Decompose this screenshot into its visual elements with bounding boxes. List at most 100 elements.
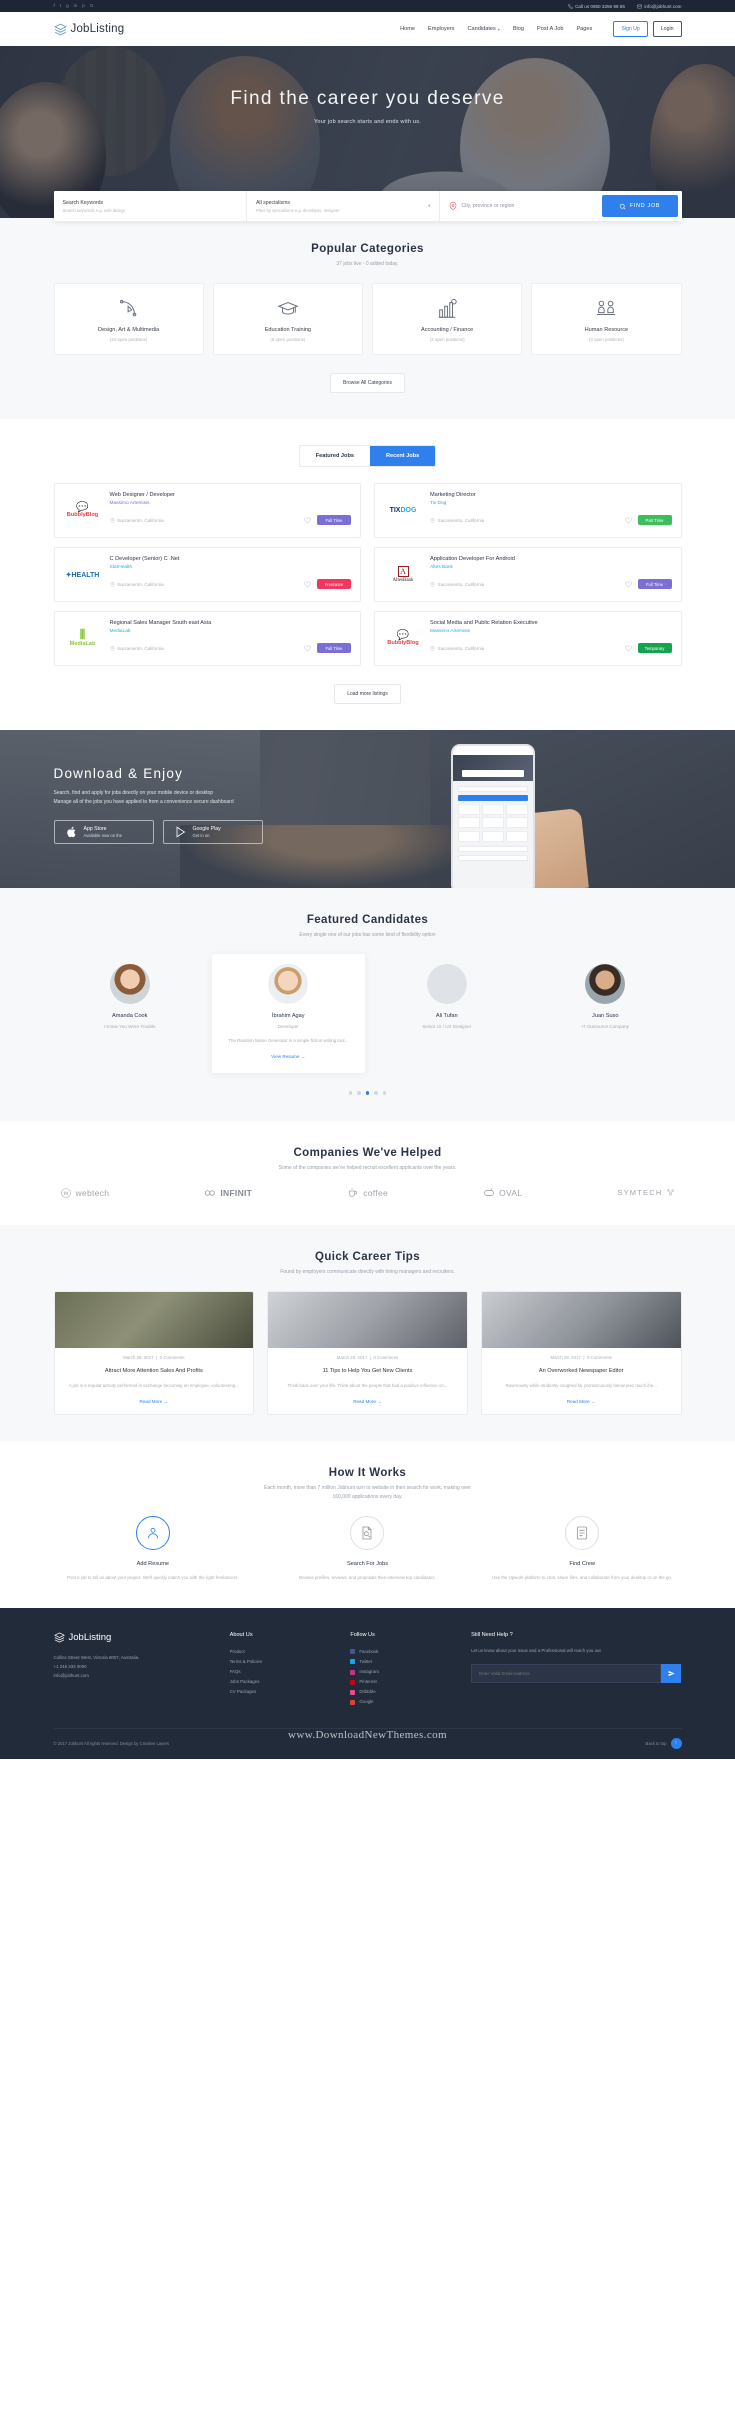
location-field[interactable]: City, province or region: [440, 191, 601, 221]
job-card[interactable]: A AltesBank Application Developer For And…: [374, 547, 682, 602]
favorite-heart-icon[interactable]: [304, 639, 311, 657]
blog-card[interactable]: March 29, 2017 | 0 Comments An Overworke…: [480, 1290, 682, 1415]
footer-social-dribbble[interactable]: Dribbble: [350, 1687, 461, 1697]
google-play-sub: Get in on: [192, 833, 210, 838]
sign-up-button[interactable]: Sign Up: [613, 21, 648, 37]
favorite-heart-icon[interactable]: [304, 575, 311, 593]
blog-card[interactable]: March 29, 2017 | 0 Comments Attract More…: [53, 1290, 255, 1415]
footer-social-facebook[interactable]: Facebook: [350, 1647, 461, 1657]
job-type-tag[interactable]: Full Time: [637, 579, 672, 589]
job-card[interactable]: 💬 BubblyBlog Social Media and Public Rela…: [374, 611, 682, 666]
google-play-button[interactable]: Google Play Get in on: [162, 820, 263, 844]
tab-recent-jobs[interactable]: Recent Jobs: [369, 446, 436, 466]
company-name: SYMTECH: [617, 1188, 663, 1198]
candidate-card-featured[interactable]: İbrahim Agay Developer The Random Name G…: [212, 954, 365, 1073]
nav-item-post-a-job[interactable]: Post A Job: [537, 26, 563, 32]
specialisms-select[interactable]: All specialisms Filter by specialisms e.…: [247, 191, 441, 221]
carousel-dot[interactable]: [348, 1090, 353, 1095]
job-type-tag[interactable]: Freelance: [317, 579, 351, 589]
footer-link-faqs[interactable]: FAQs: [230, 1667, 341, 1677]
favorite-heart-icon[interactable]: [624, 511, 632, 529]
job-card[interactable]: 💬 BubblyBlog Web Designer / Developer Mas…: [53, 483, 361, 538]
read-more-link[interactable]: Read More →: [482, 1390, 681, 1414]
footer-social-pinterest[interactable]: Pinterest: [350, 1677, 461, 1687]
twitter-icon[interactable]: t: [60, 3, 61, 9]
blog-post-title: Attract More Attention Sales And Profits: [104, 1367, 203, 1374]
job-type-tag[interactable]: Part Time: [637, 515, 672, 525]
email-info[interactable]: info@jobhunt.com: [637, 4, 682, 9]
footer-link-cv-packages[interactable]: CV Packages: [230, 1687, 341, 1697]
category-card-education[interactable]: Education Training (6 open positions): [212, 283, 363, 355]
pinterest-icon[interactable]: p: [82, 3, 85, 9]
view-resume-link[interactable]: View Resume →: [218, 1054, 359, 1059]
carousel-dot[interactable]: [374, 1090, 378, 1095]
login-button[interactable]: Login: [652, 21, 682, 37]
company-logo-infinit[interactable]: INFINIT: [204, 1187, 252, 1199]
browse-all-categories-button[interactable]: Browse All Categories: [330, 373, 405, 393]
job-type-tag[interactable]: Full Time: [317, 515, 351, 525]
blog-thumbnail: [54, 1291, 254, 1348]
find-job-button[interactable]: FIND JOB: [601, 195, 678, 217]
search-keywords-field[interactable]: Search Keywords Search keywords e.g. web…: [54, 191, 247, 221]
read-more-link[interactable]: Read More →: [55, 1390, 254, 1414]
footer-link-terms[interactable]: Terms & Policies: [230, 1657, 341, 1667]
footer-link-jobs-packages[interactable]: Jobs Packages: [230, 1677, 341, 1687]
newsletter-submit-button[interactable]: [661, 1664, 682, 1684]
blog-comments: 0 Comments: [159, 1354, 185, 1360]
footer-link-product[interactable]: Product: [230, 1647, 341, 1657]
company-logo-webtech[interactable]: webtech: [60, 1187, 110, 1199]
candidate-card[interactable]: Juan Suso IT Outsource Company: [529, 954, 682, 1041]
social-links[interactable]: f t g in p G: [54, 3, 94, 9]
read-more-link[interactable]: Read More →: [268, 1390, 467, 1414]
blog-title: Quick Career Tips: [314, 1250, 421, 1263]
footer-social-twitter[interactable]: Twitter: [350, 1657, 461, 1667]
google-plus-icon[interactable]: g: [66, 3, 69, 9]
back-to-top-button[interactable]: Back to top ↑: [646, 1737, 682, 1749]
carousel-dot-active[interactable]: [365, 1090, 370, 1095]
nav-item-candidates[interactable]: Candidates ▾: [467, 26, 499, 32]
job-type-tag[interactable]: Temporary: [637, 643, 672, 653]
job-card[interactable]: TIXDOG Marketing Director Tix Dog Sacram…: [374, 483, 682, 538]
brand-logo[interactable]: JobListing: [53, 23, 125, 36]
favorite-heart-icon[interactable]: [304, 511, 311, 529]
bar-chart-icon: [379, 297, 515, 321]
company-logo-bubblyblog: 💬 BubblyBlog: [66, 501, 99, 518]
job-card[interactable]: ⦀ MediaLab Regional Sales Manager South e…: [53, 611, 361, 666]
job-type-tag[interactable]: Full Time: [317, 643, 351, 653]
footer-follow-heading: Follow Us: [350, 1631, 375, 1638]
footer-social-instagram[interactable]: Instagram: [350, 1667, 461, 1677]
carousel-dot[interactable]: [357, 1090, 361, 1095]
favorite-heart-icon[interactable]: [624, 575, 632, 593]
phone-info[interactable]: Call us 0850 3256 98 65: [567, 4, 625, 9]
candidate-card[interactable]: Ali Tufan Senior UI / UX Designer: [371, 954, 524, 1041]
job-card[interactable]: ✦HEALTH C Developer (Senior) C .Net Star…: [53, 547, 361, 602]
company-logo-symtech[interactable]: SYMTECH: [617, 1188, 675, 1197]
carousel-dot[interactable]: [382, 1090, 387, 1095]
newsletter-email-input[interactable]: [471, 1664, 662, 1684]
nav-item-employers[interactable]: Employers: [428, 26, 454, 32]
company-logo-coffee[interactable]: coffee: [347, 1187, 388, 1199]
nav-item-blog[interactable]: Blog: [513, 26, 524, 32]
search-icon: [619, 203, 626, 209]
footer-logo[interactable]: JobListing: [53, 1632, 220, 1643]
nav-item-home[interactable]: Home: [400, 26, 415, 32]
gplus-icon[interactable]: G: [90, 3, 94, 9]
company-logo-oval[interactable]: OVAL: [483, 1187, 522, 1199]
blog-card[interactable]: March 29, 2017 | 0 Comments 11 Tips to H…: [267, 1290, 468, 1415]
nav-item-pages[interactable]: Pages: [576, 26, 592, 32]
load-more-listings-button[interactable]: Load more listings: [334, 684, 401, 704]
linkedin-icon[interactable]: in: [74, 3, 78, 9]
favorite-heart-icon[interactable]: [624, 639, 632, 657]
category-card-hr[interactable]: Human Resource (3 open positions): [531, 283, 682, 355]
category-card-design[interactable]: Design, Art & Multimedia (22 open positi…: [53, 283, 204, 355]
app-store-button[interactable]: App Store Available now on the: [53, 820, 154, 844]
candidate-card[interactable]: Amanda Cook I Knew You Were Trouble: [54, 954, 207, 1041]
read-more-label: Read More: [139, 1398, 163, 1404]
tab-featured-jobs[interactable]: Featured Jobs: [300, 446, 370, 466]
footer-social-google[interactable]: Google: [350, 1697, 461, 1707]
facebook-icon[interactable]: f: [54, 3, 55, 9]
arrow-up-icon: ↑: [670, 1737, 682, 1749]
job-location: Sacramento, California: [430, 518, 484, 523]
blog-post-title: 11 Tips to Help You Get New Clients: [322, 1367, 413, 1374]
category-card-accounting[interactable]: Accounting / Finance (3 open positions): [372, 283, 523, 355]
